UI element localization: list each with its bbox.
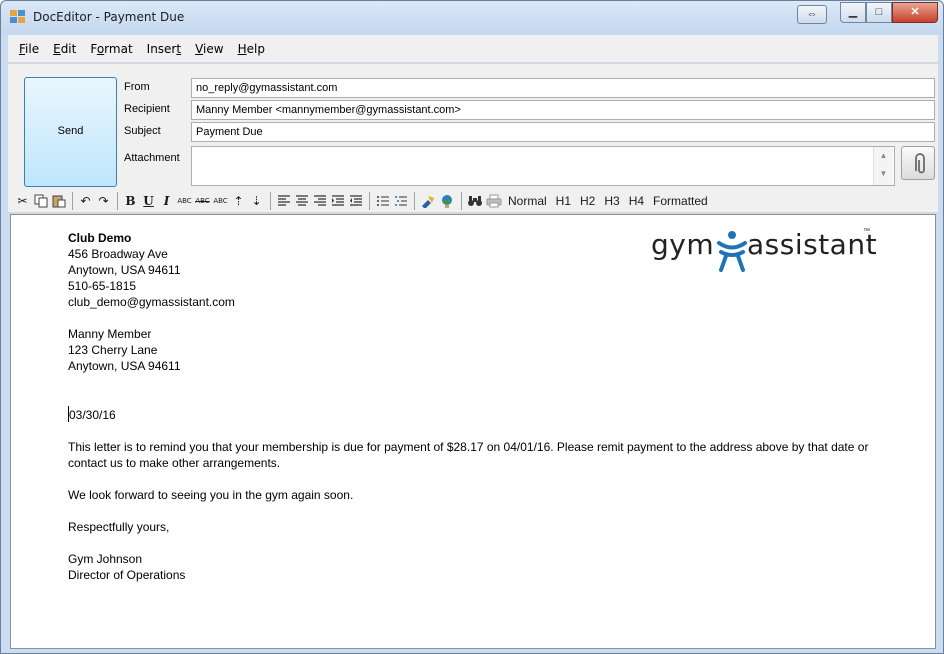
format-toolbar: ✂ ↶ ↷ B U I ABC ABC ABC ⇡ ⇣ Normal H1 H2…: [8, 189, 938, 213]
menu-bar: File Edit Format Insert View Help: [8, 35, 938, 63]
subject-field[interactable]: Payment Due: [191, 122, 935, 142]
redo-icon[interactable]: ↷: [95, 191, 112, 211]
menu-insert-hotkey: t: [176, 41, 182, 56]
resize-toggle-button[interactable]: ⇔: [797, 5, 827, 24]
maximize-button[interactable]: □: [866, 2, 892, 23]
align-left-icon[interactable]: [275, 191, 292, 211]
recipient-name: Manny Member: [68, 327, 152, 341]
numbered-list-icon[interactable]: [392, 191, 409, 211]
superscript-icon[interactable]: ABC: [176, 191, 193, 211]
undo-icon[interactable]: ↶: [77, 191, 94, 211]
attachment-label: Attachment: [124, 152, 180, 164]
subject-label: Subject: [124, 125, 161, 137]
letter-date-line: 03/30/16: [68, 406, 888, 423]
menu-edit[interactable]: Edit: [46, 42, 83, 56]
close-button[interactable]: ✕: [892, 2, 938, 23]
send-button[interactable]: Send: [24, 77, 117, 187]
attach-file-button[interactable]: [901, 146, 935, 180]
style-h1-button[interactable]: H1: [552, 191, 575, 211]
strikethrough-icon[interactable]: ABC: [194, 191, 211, 211]
recipient-label: Recipient: [124, 103, 170, 115]
from-label: From: [124, 81, 150, 93]
logo-figure-icon: [717, 231, 747, 272]
sort-descending-icon[interactable]: ⇣: [248, 191, 265, 211]
attachment-scrollbar[interactable]: ▲ ▼: [873, 147, 893, 185]
menu-format-label: rmat: [104, 41, 133, 56]
logo-text-left: gym: [651, 228, 715, 261]
logo-trademark: ™: [863, 228, 870, 235]
minimize-button[interactable]: ▁: [840, 2, 866, 23]
menu-view[interactable]: View: [188, 42, 230, 56]
paste-icon[interactable]: [50, 191, 67, 211]
menu-help-hotkey: H: [237, 41, 247, 56]
window-title: DocEditor - Payment Due: [33, 10, 185, 24]
letter-closing: Respectfully yours,: [68, 520, 170, 534]
signer-title: Director of Operations: [68, 568, 186, 582]
letter-date: 03/30/16: [69, 408, 116, 422]
scroll-down-icon[interactable]: ▼: [874, 165, 893, 183]
menu-help-label: elp: [246, 41, 265, 56]
style-h3-button[interactable]: H3: [600, 191, 623, 211]
indent-icon[interactable]: [329, 191, 346, 211]
underline-icon[interactable]: U: [140, 191, 157, 211]
recipient-address-line2: Anytown, USA 94611: [68, 359, 181, 373]
toolbar-separator: [72, 191, 73, 210]
recipient-address-line1: 123 Cherry Lane: [68, 343, 158, 357]
align-center-icon[interactable]: [293, 191, 310, 211]
letter-paragraph-2: We look forward to seeing you in the gym…: [68, 488, 354, 502]
sender-email: club_demo@gymassistant.com: [68, 295, 235, 309]
menu-view-label: iew: [203, 41, 224, 56]
logo-text-right: assistant: [747, 228, 878, 261]
menu-insert-pre: Inser: [146, 41, 177, 56]
scroll-up-icon[interactable]: ▲: [874, 147, 893, 165]
menu-view-hotkey: V: [195, 41, 204, 56]
from-field[interactable]: no_reply@gymassistant.com: [191, 78, 935, 98]
app-icon: [10, 10, 26, 24]
toolbar-separator: [414, 191, 415, 210]
insert-link-icon[interactable]: [419, 191, 437, 211]
window-controls: ▁ □ ✕: [840, 2, 938, 23]
toolbar-separator: [369, 191, 370, 210]
style-h4-button[interactable]: H4: [625, 191, 648, 211]
sort-ascending-icon[interactable]: ⇡: [230, 191, 247, 211]
align-right-icon[interactable]: [311, 191, 328, 211]
app-window: DocEditor - Payment Due ⇔ ▁ □ ✕ File Edi…: [0, 0, 944, 654]
paperclip-icon: [915, 153, 925, 174]
cut-icon[interactable]: ✂: [14, 191, 31, 211]
compose-header: Send From no_reply@gymassistant.com Reci…: [8, 64, 938, 189]
menu-file[interactable]: File: [12, 42, 46, 56]
toolbar-separator: [461, 191, 462, 210]
letter-paragraph-1: This letter is to remind you that your m…: [68, 440, 869, 470]
style-formatted-button[interactable]: Formatted: [649, 191, 712, 211]
style-normal-button[interactable]: Normal: [504, 191, 551, 211]
italic-icon[interactable]: I: [158, 191, 175, 211]
attachment-list[interactable]: [191, 146, 895, 186]
menu-help[interactable]: Help: [231, 42, 272, 56]
menu-insert[interactable]: Insert: [140, 42, 188, 56]
menu-file-label: ile: [25, 41, 40, 56]
menu-format[interactable]: Format: [83, 42, 139, 56]
find-icon[interactable]: [466, 191, 484, 211]
gymassistant-logo: gym assistant ™: [651, 228, 881, 288]
bold-icon[interactable]: B: [122, 191, 139, 211]
bullet-list-icon[interactable]: [374, 191, 391, 211]
insert-image-icon[interactable]: [438, 191, 456, 211]
signer-name: Gym Johnson: [68, 552, 143, 566]
toolbar-separator: [270, 191, 271, 210]
print-icon[interactable]: [485, 191, 503, 211]
menu-edit-label: dit: [60, 41, 77, 56]
toolbar-separator: [117, 191, 118, 210]
title-bar[interactable]: DocEditor - Payment Due ⇔ ▁ □ ✕: [1, 1, 943, 35]
style-h2-button[interactable]: H2: [576, 191, 599, 211]
menu-edit-hotkey: E: [53, 41, 61, 56]
outdent-icon[interactable]: [347, 191, 364, 211]
subscript-icon[interactable]: ABC: [212, 191, 229, 211]
recipient-field[interactable]: Manny Member <mannymember@gymassistant.c…: [191, 100, 935, 120]
copy-icon[interactable]: [32, 191, 49, 211]
